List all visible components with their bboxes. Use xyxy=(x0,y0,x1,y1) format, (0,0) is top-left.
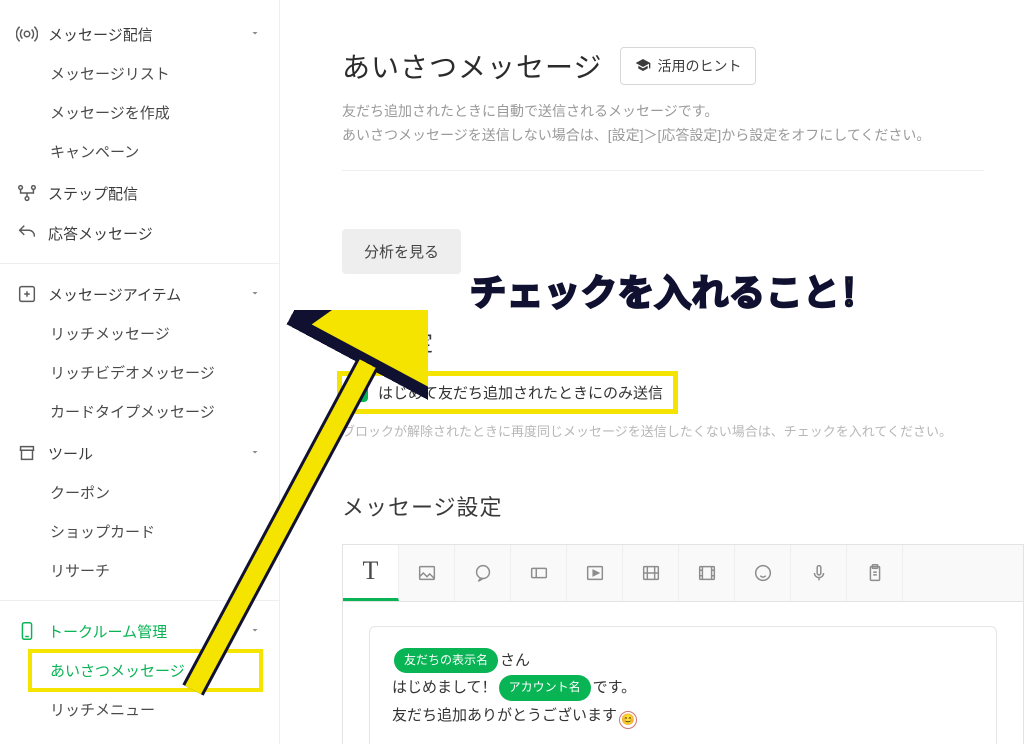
nav-label: 応答メッセージ xyxy=(48,223,153,244)
reply-icon xyxy=(16,222,38,244)
clipboard-icon xyxy=(864,562,886,584)
editor-toolbar: T xyxy=(343,545,1023,602)
tool-film1[interactable] xyxy=(623,545,679,601)
blank-line xyxy=(392,730,974,744)
tool-coupon[interactable] xyxy=(511,545,567,601)
hint-label: 活用のヒント xyxy=(657,56,741,76)
nav-parent-tools[interactable]: ツール xyxy=(0,433,279,473)
nav-label: メッセージアイテム xyxy=(48,284,181,305)
text-icon: T xyxy=(363,556,379,586)
nav-label: メッセージ配信 xyxy=(48,24,153,45)
nav-child-research[interactable]: リサーチ xyxy=(0,551,279,590)
first-add-only-checkbox[interactable] xyxy=(348,382,368,402)
nav-child-shop-card[interactable]: ショップカード xyxy=(0,512,279,551)
mic-icon xyxy=(808,562,830,584)
nav-parent-msgitem[interactable]: メッセージアイテム xyxy=(0,274,279,314)
section-message-settings-title: メッセージ設定 xyxy=(342,490,1024,522)
msg-line1: 友だちの表示名さん xyxy=(392,647,974,675)
nav-child-rich-message[interactable]: リッチメッセージ xyxy=(0,314,279,353)
page-header: あいさつメッセージ 活用のヒント xyxy=(342,46,1024,86)
play-box-icon xyxy=(584,562,606,584)
first-add-only-label: はじめて友だち追加されたときにのみ送信 xyxy=(378,382,663,403)
nav-parent-broadcast[interactable]: メッセージ配信 xyxy=(0,14,279,54)
msg-line3: 友だち追加ありがとうございます😊 xyxy=(392,702,974,730)
pill-display-name: 友だちの表示名 xyxy=(394,648,498,673)
nav-child-card-type[interactable]: カードタイプメッセージ xyxy=(0,392,279,431)
hint-button[interactable]: 活用のヒント xyxy=(620,47,756,85)
nav-label: ステップ配信 xyxy=(48,183,138,204)
msg-text: さん xyxy=(500,652,530,669)
nav-label: トークルーム管理 xyxy=(48,621,167,642)
broadcast-icon xyxy=(16,23,38,45)
device-icon xyxy=(16,620,38,642)
filmstrip-icon xyxy=(696,562,718,584)
film-icon xyxy=(640,562,662,584)
nav-parent-autoresp[interactable]: 応答メッセージ xyxy=(0,213,279,253)
nav-child-greeting-message[interactable]: あいさつメッセージ xyxy=(30,651,261,690)
pill-account-name: アカウント名 xyxy=(499,675,591,700)
divider xyxy=(342,170,984,171)
msg-line2: はじめまして！アカウント名です。 xyxy=(392,674,974,702)
nav-parent-talkroom[interactable]: トークルーム管理 xyxy=(0,611,279,651)
tool-smiley[interactable] xyxy=(735,545,791,601)
tool-text[interactable]: T xyxy=(343,545,399,601)
graduation-cap-icon xyxy=(635,57,651,76)
main-content: あいさつメッセージ 活用のヒント 友だち追加されたときに自動で送信されるメッセー… xyxy=(280,0,1024,744)
tool-image[interactable] xyxy=(399,545,455,601)
chevron-down-icon xyxy=(249,286,261,303)
page-title: あいさつメッセージ xyxy=(342,46,602,86)
nav-divider xyxy=(0,263,279,264)
page-description: 友だち追加されたときに自動で送信されるメッセージです。 あいさつメッセージを送信… xyxy=(342,100,1024,148)
tool-video[interactable] xyxy=(567,545,623,601)
msg-text: 友だち追加ありがとうございます xyxy=(392,707,617,724)
tool-clipboard[interactable] xyxy=(847,545,903,601)
tool-mic[interactable] xyxy=(791,545,847,601)
nav-child-rich-menu[interactable]: リッチメニュー xyxy=(0,690,279,729)
analyze-button[interactable]: 分析を見る xyxy=(342,229,461,274)
nav-child-campaign[interactable]: キャンペーン xyxy=(0,132,279,171)
msg-text: はじめまして！ xyxy=(392,679,497,696)
nav-child-rich-video[interactable]: リッチビデオメッセージ xyxy=(0,353,279,392)
tool-speech[interactable] xyxy=(455,545,511,601)
first-add-only-help: ブロックが解除されたときに再度同じメッセージを送信したくない場合は、チェックを入… xyxy=(342,421,1024,440)
section-send-settings-title: 送信設定 xyxy=(342,326,1024,358)
nav-group-broadcast: メッセージ配信 メッセージリスト メッセージを作成 キャンペーン xyxy=(0,14,279,171)
image-icon xyxy=(416,562,438,584)
msg-text: です。 xyxy=(593,679,637,696)
coupon-icon xyxy=(528,562,550,584)
sidebar: メッセージ配信 メッセージリスト メッセージを作成 キャンペーン ステップ配信 xyxy=(0,0,280,744)
nav-group-talkroom: トークルーム管理 あいさつメッセージ リッチメニュー xyxy=(0,611,279,729)
desc-line1: 友だち追加されたときに自動で送信されるメッセージです。 xyxy=(342,100,1024,124)
tool-film2[interactable] xyxy=(679,545,735,601)
chevron-down-icon xyxy=(249,26,261,43)
speech-icon xyxy=(472,562,494,584)
nav-divider xyxy=(0,600,279,601)
flow-icon xyxy=(16,182,38,204)
message-editor: T 友だちの表示名さん xyxy=(342,544,1024,744)
chevron-down-icon xyxy=(249,445,261,462)
nav-group-tools: ツール クーポン ショップカード リサーチ xyxy=(0,433,279,590)
nav-child-message-list[interactable]: メッセージリスト xyxy=(0,54,279,93)
nav-label: ツール xyxy=(48,443,93,464)
nav-parent-step[interactable]: ステップ配信 xyxy=(0,173,279,213)
desc-line2: あいさつメッセージを送信しない場合は、[設定]＞[応答設定]から設定をオフにして… xyxy=(342,124,1024,148)
editor-body: 友だちの表示名さん はじめまして！アカウント名です。 友だち追加ありがとうござい… xyxy=(343,602,1023,744)
emoji-bow-icon: 😊 xyxy=(619,711,637,729)
nav-group-msgitem: メッセージアイテム リッチメッセージ リッチビデオメッセージ カードタイプメッセ… xyxy=(0,274,279,431)
message-textarea[interactable]: 友だちの表示名さん はじめまして！アカウント名です。 友だち追加ありがとうござい… xyxy=(369,626,997,744)
smiley-icon xyxy=(752,562,774,584)
plus-box-icon xyxy=(16,283,38,305)
storefront-icon xyxy=(16,442,38,464)
nav-child-coupon[interactable]: クーポン xyxy=(0,473,279,512)
first-add-only-row[interactable]: はじめて友だち追加されたときにのみ送信 xyxy=(342,376,673,409)
nav-child-message-create[interactable]: メッセージを作成 xyxy=(0,93,279,132)
chevron-down-icon xyxy=(249,623,261,640)
